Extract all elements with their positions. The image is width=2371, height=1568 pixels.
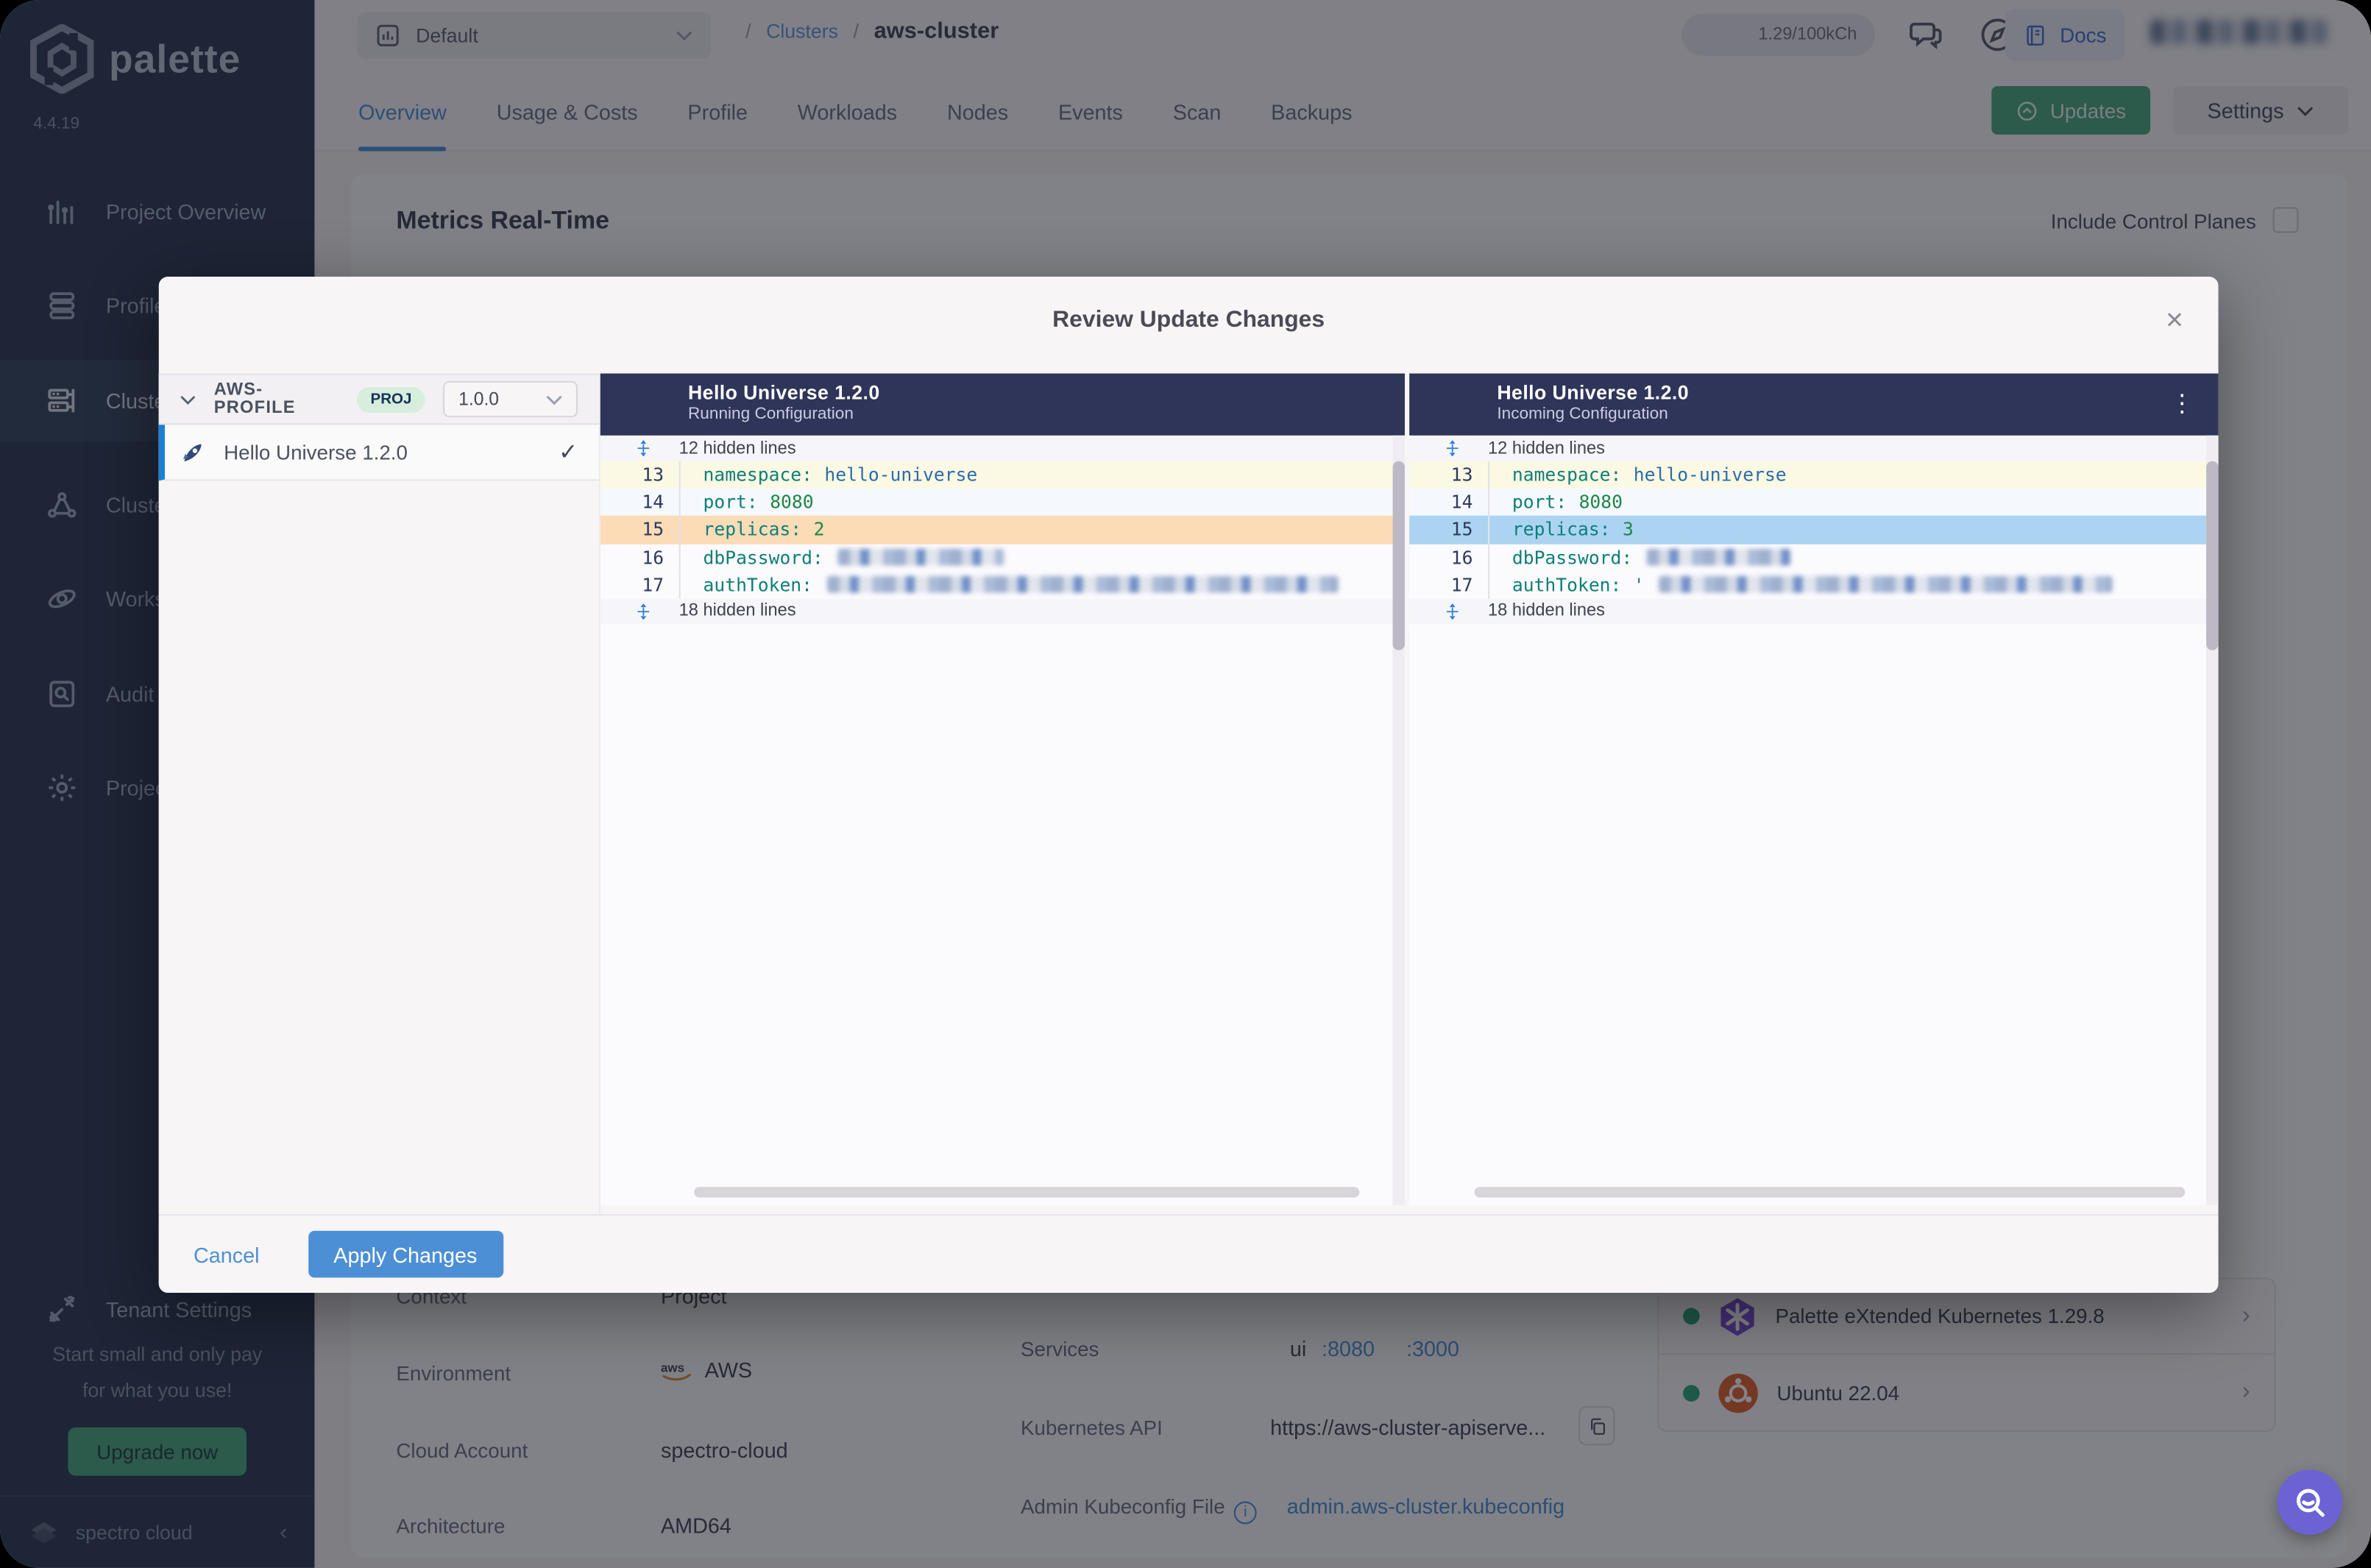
profile-header[interactable]: AWS-PROFILE PROJ 1.0.0 (158, 373, 599, 425)
diff-line: 13 namespace: hello-universe (1409, 461, 2219, 489)
profile-scope-badge: PROJ (357, 386, 425, 412)
horizontal-scrollbar[interactable] (694, 1187, 1360, 1198)
diff-subtitle: Running Configuration (687, 405, 854, 424)
diff-line: 14 port: 8080 (1409, 489, 2219, 517)
diff-header-incoming: Hello Universe 1.2.0 Incoming Configurat… (1409, 373, 2219, 436)
redacted-value (1659, 576, 2113, 594)
profile-version-value: 1.0.0 (458, 389, 500, 410)
diff-title: Hello Universe 1.2.0 (1497, 380, 1690, 404)
check-icon: ✓ (559, 439, 578, 466)
profile-pack-panel: AWS-PROFILE PROJ 1.0.0 Hello Universe 1.… (158, 373, 600, 1215)
diff-line: 17 authToken: (600, 571, 1405, 599)
unfold-icon (637, 603, 650, 620)
app-window: palette 4.4.19 Project Overview Profiles… (0, 0, 2371, 1568)
hidden-lines-top[interactable]: 12 hidden lines (600, 435, 1406, 461)
vertical-scrollbar[interactable] (1392, 435, 1406, 1205)
hidden-lines-top[interactable]: 12 hidden lines (1409, 435, 2219, 461)
diff-line: 16 dbPassword: (600, 543, 1405, 572)
cancel-button[interactable]: Cancel (194, 1242, 260, 1266)
pack-item-hello-universe[interactable]: Hello Universe 1.2.0 ✓ (158, 425, 599, 481)
diff-line: 13 namespace: hello-universe (600, 461, 1406, 489)
diff-panel-running: Hello Universe 1.2.0 Running Configurati… (600, 373, 1406, 1205)
vertical-scrollbar[interactable] (2206, 435, 2219, 1205)
hidden-lines-label: 18 hidden lines (678, 602, 796, 621)
hidden-lines-label: 18 hidden lines (1488, 602, 1606, 621)
profile-name: AWS-PROFILE (213, 380, 296, 418)
unfold-icon (1446, 440, 1459, 457)
horizontal-scrollbar[interactable] (1474, 1187, 2186, 1198)
hidden-lines-label: 12 hidden lines (678, 439, 796, 458)
kebab-menu-icon[interactable]: ⋮ (2170, 389, 2194, 419)
rocket-icon (182, 443, 202, 461)
diff-header-running: Hello Universe 1.2.0 Running Configurati… (600, 373, 1406, 436)
unfold-icon (637, 440, 650, 457)
redacted-value (827, 576, 1339, 594)
diff-title: Hello Universe 1.2.0 (687, 380, 880, 404)
diff-line-changed: 15 replicas: 3 (1409, 516, 2219, 544)
review-update-changes-modal: Review Update Changes × AWS-PROFILE PROJ… (158, 277, 2219, 1293)
diff-line-changed: 15 replicas: 2 (600, 516, 1406, 544)
pack-item-name: Hello Universe 1.2.0 (224, 441, 408, 464)
apply-changes-button[interactable]: Apply Changes (308, 1230, 503, 1278)
diff-line: 17 authToken: ' (1409, 571, 2218, 599)
modal-footer: Cancel Apply Changes (158, 1214, 2219, 1293)
search-fab-button[interactable] (2277, 1469, 2343, 1535)
diff-line: 16 dbPassword: (1409, 543, 2218, 572)
close-icon[interactable]: × (2158, 304, 2191, 337)
hidden-lines-label: 12 hidden lines (1488, 439, 1606, 458)
hidden-lines-bottom[interactable]: 18 hidden lines (1409, 598, 2219, 625)
diff-line: 14 port: 8080 (600, 489, 1406, 517)
chevron-down-icon (180, 394, 196, 405)
modal-title: Review Update Changes (1052, 307, 1325, 333)
hidden-lines-bottom[interactable]: 18 hidden lines (600, 598, 1406, 625)
redacted-value (1647, 549, 1791, 566)
search-smile-icon (2295, 1488, 2324, 1516)
diff-subtitle: Incoming Configuration (1497, 405, 1668, 424)
diff-panel-incoming: Hello Universe 1.2.0 Incoming Configurat… (1409, 373, 2219, 1205)
profile-version-select[interactable]: 1.0.0 (443, 380, 578, 418)
redacted-value (838, 549, 1005, 566)
unfold-icon (1446, 603, 1459, 620)
chevron-down-icon (546, 394, 562, 405)
